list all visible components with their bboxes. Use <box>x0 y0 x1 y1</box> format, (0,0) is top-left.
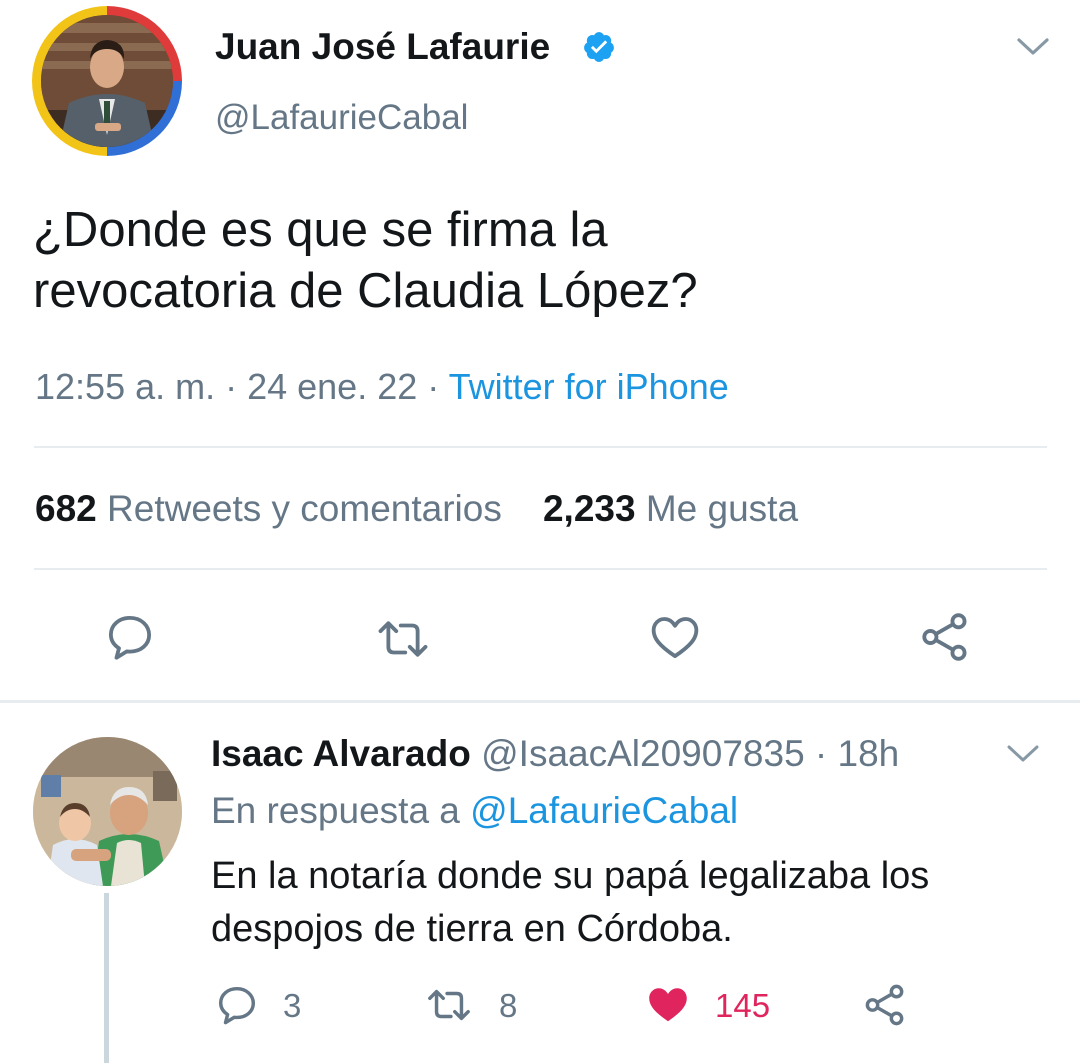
tweet-meta: 12:55 a. m. · 24 ene. 22 · Twitter for i… <box>35 366 729 408</box>
retweet-icon[interactable] <box>426 982 472 1028</box>
thread-line <box>104 893 109 1063</box>
share-icon[interactable] <box>918 610 972 664</box>
tweet-stats: 682 Retweets y comentarios 2,233 Me gust… <box>35 488 798 530</box>
reply-count: 3 <box>283 987 302 1024</box>
tweet-text-line: revocatoria de Claudia López? <box>33 264 698 318</box>
retweet-icon[interactable] <box>376 612 430 666</box>
in-reply-to-prefix: En respuesta a <box>211 790 471 831</box>
reply-icon[interactable] <box>214 982 260 1028</box>
tweet-timestamp[interactable]: 12:55 a. m. · 24 ene. 22 · <box>35 366 449 407</box>
in-reply-to-handle[interactable]: @LafaurieCabal <box>470 790 738 831</box>
retweet-count: 8 <box>499 987 518 1024</box>
divider <box>34 568 1047 570</box>
reply-icon[interactable] <box>103 610 157 664</box>
retweets-label: Retweets y comentarios <box>107 488 502 529</box>
reply-author-handle[interactable]: @IsaacAl20907835 <box>481 733 805 774</box>
retweets-count: 682 <box>35 488 97 529</box>
tweet-source[interactable]: Twitter for iPhone <box>449 366 729 407</box>
reply-time[interactable]: · 18h <box>805 733 899 774</box>
likes-count: 2,233 <box>542 488 636 529</box>
tweet-separator <box>0 700 1080 703</box>
reply-text: En la notaría donde su papá legalizaba l… <box>211 850 1051 956</box>
verified-badge-icon <box>584 32 614 62</box>
reply-text-line: En la notaría donde su papá legalizaba l… <box>211 855 930 897</box>
like-icon[interactable] <box>645 981 691 1027</box>
likes-label: Me gusta <box>645 488 799 529</box>
reply-author-name[interactable]: Isaac Alvarado <box>211 733 471 774</box>
reply-header: Isaac Alvarado @IsaacAl20907835 · 18h <box>211 733 899 775</box>
in-reply-to: En respuesta a @LafaurieCabal <box>211 790 738 832</box>
chevron-down-icon[interactable] <box>1016 36 1050 58</box>
tweet-text-line: ¿Donde es que se firma la <box>33 203 608 257</box>
author-avatar-photo <box>41 15 173 147</box>
author-name[interactable]: Juan José Lafaurie <box>215 26 550 68</box>
like-icon[interactable] <box>648 610 702 664</box>
tweet-text: ¿Donde es que se firma la revocatoria de… <box>33 200 1043 322</box>
share-icon[interactable] <box>862 982 908 1028</box>
likes-stat[interactable]: 2,233 Me gusta <box>543 488 798 529</box>
author-avatar[interactable] <box>32 6 182 156</box>
divider <box>34 446 1047 448</box>
author-handle[interactable]: @LafaurieCabal <box>215 98 468 138</box>
reply-author-avatar[interactable] <box>33 737 182 886</box>
chevron-down-icon[interactable] <box>1006 743 1040 765</box>
retweets-stat[interactable]: 682 Retweets y comentarios <box>35 488 502 529</box>
reply-text-line: despojos de tierra en Córdoba. <box>211 908 733 950</box>
like-count: 145 <box>715 987 771 1024</box>
